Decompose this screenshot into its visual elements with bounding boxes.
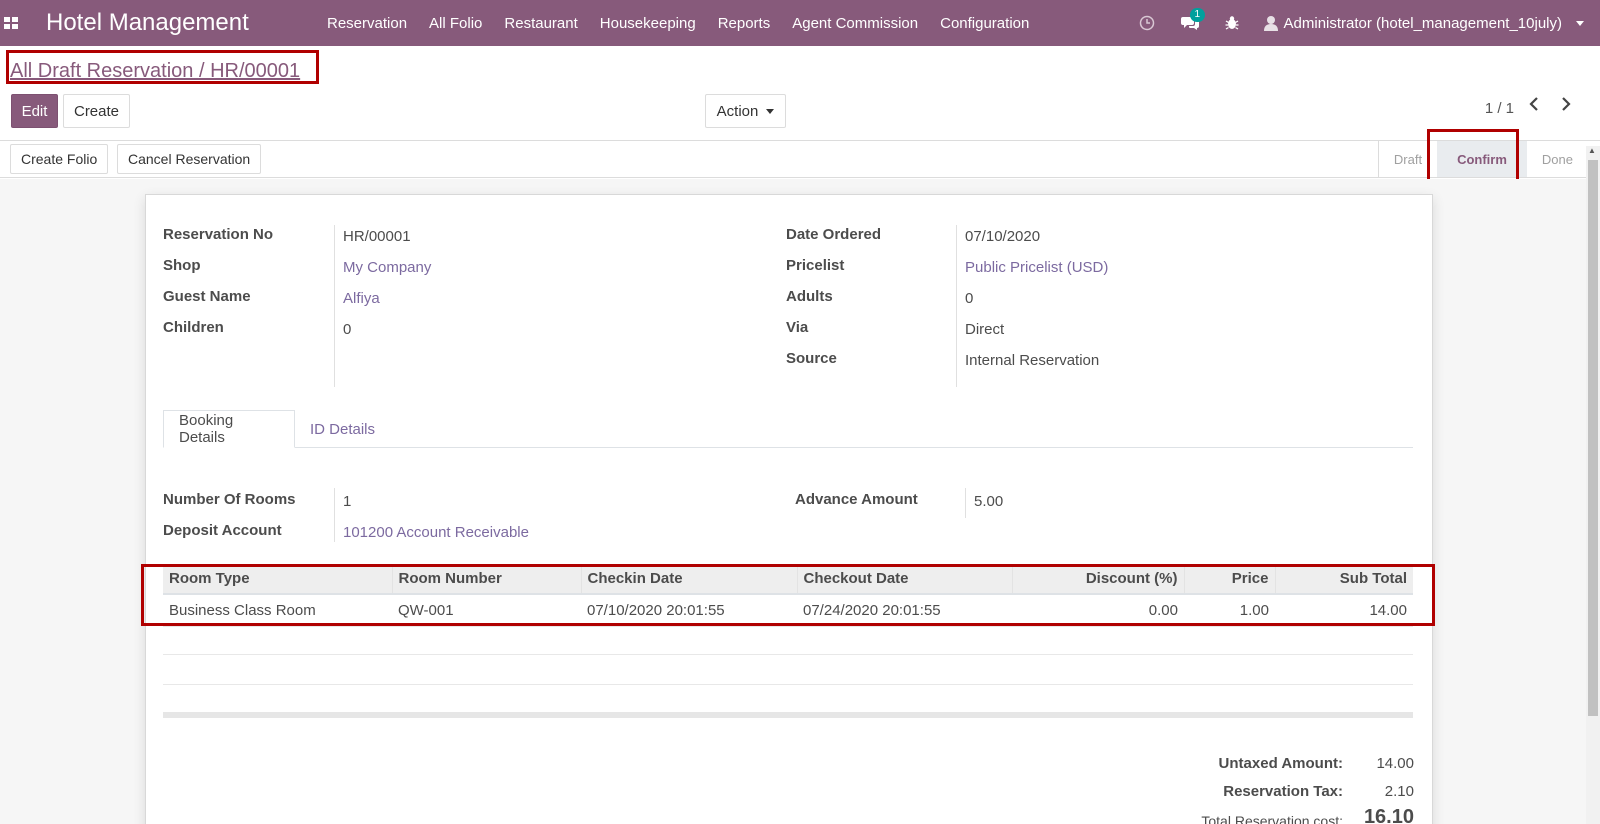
- menu-restaurant[interactable]: Restaurant: [493, 15, 588, 32]
- value-untaxed-amount: 14.00: [1376, 755, 1414, 772]
- value-adults: 0: [965, 290, 974, 307]
- right-group-separator: [956, 225, 957, 387]
- label-date-ordered: Date Ordered: [786, 226, 882, 243]
- app-brand[interactable]: Hotel Management: [46, 9, 316, 37]
- menu-configuration[interactable]: Configuration: [929, 15, 1040, 32]
- chat-icon[interactable]: 1: [1168, 8, 1212, 31]
- activity-clock-icon[interactable]: [1126, 15, 1168, 31]
- value-via: Direct: [965, 321, 1005, 338]
- debug-bug-icon[interactable]: [1212, 15, 1252, 31]
- label-deposit-account: Deposit Account: [163, 522, 282, 539]
- value-children: 0: [343, 321, 352, 338]
- pager-previous-icon[interactable]: [1528, 96, 1540, 117]
- action-label: Action: [716, 102, 759, 120]
- value-pricelist[interactable]: Public Pricelist (USD): [965, 259, 1108, 276]
- state-done[interactable]: Done: [1527, 141, 1588, 177]
- value-number-of-rooms: 1: [343, 493, 352, 510]
- menu-all-folio[interactable]: All Folio: [418, 15, 493, 32]
- action-caret-icon: [766, 108, 775, 114]
- user-name: Administrator (hotel_management_10july): [1283, 14, 1562, 32]
- pager-value[interactable]: 1 / 1: [1485, 100, 1514, 117]
- create-button[interactable]: Create: [63, 94, 130, 128]
- breadcrumb-highlight-box: [6, 50, 319, 84]
- tab-booking-details[interactable]: Booking Details: [163, 410, 295, 448]
- label-advance-amount: Advance Amount: [795, 491, 918, 508]
- menu-reservation[interactable]: Reservation: [316, 15, 418, 32]
- menu-reports[interactable]: Reports: [707, 15, 782, 32]
- apps-menu-icon[interactable]: [0, 0, 46, 46]
- booking-right-separator: [965, 488, 966, 518]
- table-highlight-box: [141, 564, 1435, 626]
- label-shop: Shop: [163, 257, 201, 274]
- label-adults: Adults: [786, 288, 833, 305]
- label-source: Source: [786, 350, 837, 367]
- value-reservation-no: HR/00001: [343, 228, 411, 245]
- label-number-of-rooms: Number Of Rooms: [163, 491, 296, 508]
- status-bar: Create Folio Cancel Reservation Draft Co…: [0, 140, 1600, 178]
- menu-housekeeping[interactable]: Housekeeping: [589, 15, 707, 32]
- label-reservation-tax: Reservation Tax:: [1223, 783, 1343, 800]
- user-avatar-icon: [1263, 16, 1278, 31]
- left-group-separator: [334, 225, 335, 387]
- label-guest-name: Guest Name: [163, 288, 251, 305]
- user-menu[interactable]: Administrator (hotel_management_10july): [1252, 15, 1600, 32]
- value-advance-amount: 5.00: [974, 493, 1004, 510]
- value-deposit-account[interactable]: 101200 Account Receivable: [343, 524, 529, 541]
- user-dropdown-caret-icon: [1576, 20, 1584, 26]
- edit-button[interactable]: Edit: [11, 94, 58, 128]
- notebook-tabs: Booking Details ID Details: [163, 410, 1413, 448]
- value-total-reservation-cost: 16.10: [1363, 806, 1414, 824]
- label-untaxed-amount: Untaxed Amount:: [1218, 755, 1343, 772]
- empty-table-row: [163, 654, 1413, 684]
- value-date-ordered: 07/10/2020: [965, 228, 1041, 245]
- cancel-reservation-button[interactable]: Cancel Reservation: [117, 144, 262, 174]
- label-via: Via: [786, 319, 809, 336]
- menu-agent-commission[interactable]: Agent Commission: [781, 15, 929, 32]
- value-source: Internal Reservation: [965, 352, 1100, 369]
- label-total-reservation-cost: Total Reservation cost:: [1201, 813, 1343, 824]
- top-navbar: Hotel Management Reservation All Folio R…: [0, 0, 1600, 46]
- create-folio-button[interactable]: Create Folio: [10, 144, 109, 174]
- pager-next-icon[interactable]: [1560, 96, 1572, 117]
- tab-id-details[interactable]: ID Details: [295, 410, 390, 448]
- scrollbar-thumb[interactable]: [1588, 160, 1598, 716]
- booking-left-separator: [334, 488, 335, 542]
- main-menu: Reservation All Folio Restaurant Houseke…: [316, 15, 1040, 32]
- label-reservation-no: Reservation No: [163, 226, 274, 243]
- value-shop[interactable]: My Company: [343, 259, 431, 276]
- chat-badge: 1: [1189, 8, 1206, 22]
- value-guest-name[interactable]: Alfiya: [343, 290, 380, 307]
- action-dropdown-button[interactable]: Action: [705, 94, 786, 128]
- table-footer-bar: [163, 712, 1413, 718]
- empty-table-row: [163, 684, 1413, 714]
- scroll-up-arrow-icon[interactable]: ▲: [1588, 146, 1596, 155]
- value-reservation-tax: 2.10: [1384, 783, 1414, 800]
- label-pricelist: Pricelist: [786, 257, 845, 274]
- label-children: Children: [163, 319, 224, 336]
